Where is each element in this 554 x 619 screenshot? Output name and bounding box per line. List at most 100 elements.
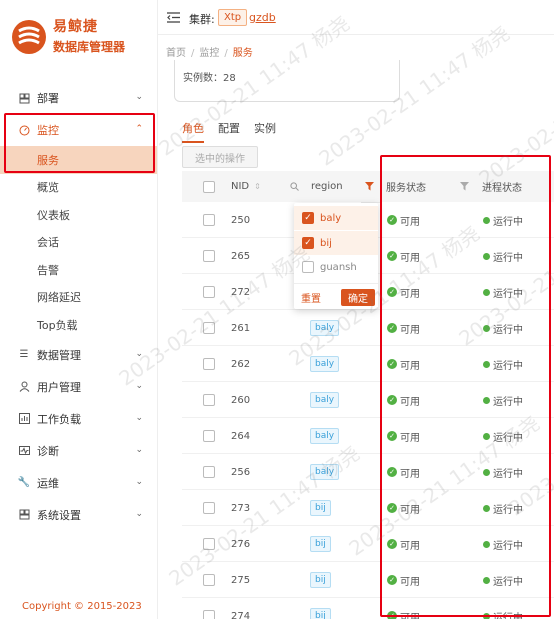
service-status-text: 可用 bbox=[400, 216, 420, 228]
check-circle-icon: ✓ bbox=[387, 575, 397, 585]
process-status-cell: 运行中 bbox=[483, 454, 523, 490]
chevron-down-icon: ⌄ bbox=[135, 476, 143, 487]
tab-config[interactable]: 配置 bbox=[218, 120, 240, 143]
sidebar-item-label: 诊断 bbox=[37, 444, 59, 458]
sidebar-item-diagnose[interactable]: 诊断 ⌄ bbox=[0, 435, 157, 467]
sidebar-subitem-dashboard[interactable]: 仪表板 bbox=[0, 201, 157, 229]
row-checkbox[interactable] bbox=[203, 466, 215, 478]
service-status-text: 可用 bbox=[400, 288, 420, 300]
row-checkbox[interactable] bbox=[203, 430, 215, 442]
row-checkbox[interactable] bbox=[203, 610, 215, 619]
cluster-name-link[interactable]: gzdb bbox=[249, 11, 276, 24]
region-tag: bij bbox=[310, 572, 331, 588]
table-row: 260 baly ✓ 可用 运行中 bbox=[182, 382, 554, 418]
sidebar-subitem-top-load[interactable]: Top负载 bbox=[0, 311, 157, 339]
process-status-text: 运行中 bbox=[493, 612, 523, 619]
logo: 易鲸捷 数据库管理器 bbox=[8, 14, 153, 60]
sidebar-item-label: 部署 bbox=[37, 92, 59, 105]
row-checkbox[interactable] bbox=[203, 250, 215, 262]
row-checkbox[interactable] bbox=[203, 574, 215, 586]
menu-fold-icon[interactable] bbox=[167, 12, 180, 23]
region-cell: baly bbox=[310, 346, 340, 382]
wrench-icon: 🔧 bbox=[17, 477, 31, 488]
status-dot-icon bbox=[483, 612, 490, 619]
row-checkbox[interactable] bbox=[203, 502, 215, 514]
check-circle-icon: ✓ bbox=[387, 395, 397, 405]
sort-icon[interactable]: ⇕ bbox=[254, 182, 261, 191]
process-status-cell: 运行中 bbox=[483, 274, 523, 310]
row-select-cell bbox=[203, 382, 215, 418]
check-circle-icon: ✓ bbox=[387, 215, 397, 225]
sidebar-item-user-management[interactable]: 用户管理 ⌄ bbox=[0, 371, 157, 403]
service-filter-toggle[interactable] bbox=[460, 171, 469, 202]
check-circle-icon: ✓ bbox=[387, 359, 397, 369]
select-all-cell bbox=[203, 171, 215, 202]
service-status-cell: ✓ 可用 bbox=[387, 202, 420, 238]
region-tag: baly bbox=[310, 428, 340, 444]
sidebar-item-data-management[interactable]: ☰ 数据管理 ⌄ bbox=[0, 339, 157, 371]
region-tag: baly bbox=[310, 320, 340, 336]
nid-cell: 260 bbox=[231, 394, 251, 406]
region-cell: bij bbox=[310, 490, 331, 526]
breadcrumb-home[interactable]: 首页 bbox=[166, 48, 186, 59]
process-status-text: 运行中 bbox=[493, 252, 523, 264]
chevron-down-icon: ⌄ bbox=[135, 348, 143, 359]
batch-action-button[interactable]: 选中的操作 bbox=[182, 146, 258, 168]
row-select-cell bbox=[203, 274, 215, 310]
sidebar-subitem-session[interactable]: 会话 bbox=[0, 229, 157, 257]
filter-option-label: bij bbox=[320, 237, 332, 249]
search-icon[interactable] bbox=[290, 182, 299, 191]
service-status-text: 可用 bbox=[400, 612, 420, 619]
nid-cell: 274 bbox=[231, 610, 251, 619]
service-status-text: 可用 bbox=[400, 468, 420, 480]
sidebar-item-workload[interactable]: 工作负载 ⌄ bbox=[0, 403, 157, 435]
row-checkbox[interactable] bbox=[203, 214, 215, 226]
workload-icon bbox=[18, 413, 30, 425]
tab-role[interactable]: 角色 bbox=[182, 120, 204, 143]
row-checkbox[interactable] bbox=[203, 322, 215, 334]
table-row: 264 baly ✓ 可用 运行中 bbox=[182, 418, 554, 454]
sidebar-item-ops[interactable]: 🔧 运维 ⌄ bbox=[0, 467, 157, 499]
sidebar-item-system-settings[interactable]: 系统设置 ⌄ bbox=[0, 499, 157, 531]
check-circle-icon: ✓ bbox=[387, 503, 397, 513]
filter-option-baly[interactable]: ✓ baly bbox=[294, 206, 378, 230]
sidebar-subitem-network-latency[interactable]: 网络延迟 bbox=[0, 284, 157, 312]
service-status-text: 可用 bbox=[400, 396, 420, 408]
sidebar-subitem-overview[interactable]: 概览 bbox=[0, 174, 157, 202]
column-nid[interactable]: NID ⇕ bbox=[231, 171, 261, 202]
filter-option-bij[interactable]: ✓ bij bbox=[294, 231, 378, 255]
status-dot-icon bbox=[483, 432, 490, 440]
sidebar-item-label: 系统设置 bbox=[37, 508, 81, 522]
breadcrumb-current: 服务 bbox=[232, 48, 253, 59]
status-dot-icon bbox=[483, 396, 490, 404]
filter-reset-button[interactable]: 重置 bbox=[301, 290, 321, 305]
nid-cell: 273 bbox=[231, 502, 251, 514]
tab-instance[interactable]: 实例 bbox=[254, 120, 276, 143]
process-status-text: 运行中 bbox=[493, 504, 523, 516]
sidebar-item-deploy[interactable]: 部署 ⌄ bbox=[0, 82, 157, 114]
service-status-cell: ✓ 可用 bbox=[387, 490, 420, 526]
service-status-text: 可用 bbox=[400, 324, 420, 336]
region-tag: baly bbox=[310, 356, 340, 372]
process-status-cell: 运行中 bbox=[483, 346, 523, 382]
region-tag: bij bbox=[310, 500, 331, 516]
region-filter-toggle[interactable] bbox=[365, 171, 374, 202]
region-cell: bij bbox=[310, 526, 331, 562]
nid-cell: 264 bbox=[231, 430, 251, 442]
row-checkbox[interactable] bbox=[203, 394, 215, 406]
breadcrumb-monitor[interactable]: 监控 bbox=[199, 48, 219, 59]
checkbox-checked-icon: ✓ bbox=[302, 237, 314, 249]
service-status-cell: ✓ 可用 bbox=[387, 562, 420, 598]
row-checkbox[interactable] bbox=[203, 286, 215, 298]
row-checkbox[interactable] bbox=[203, 538, 215, 550]
chevron-down-icon: ⌄ bbox=[135, 508, 143, 519]
sidebar-subitem-alert[interactable]: 告警 bbox=[0, 256, 157, 284]
row-checkbox[interactable] bbox=[203, 358, 215, 370]
filter-confirm-button[interactable]: 确定 bbox=[341, 289, 375, 306]
select-all-checkbox[interactable] bbox=[203, 180, 215, 193]
filter-option-guansh[interactable]: guansh bbox=[294, 255, 378, 279]
service-status-cell: ✓ 可用 bbox=[387, 310, 420, 346]
region-cell: baly bbox=[310, 310, 340, 346]
service-status-text: 可用 bbox=[400, 360, 420, 372]
nid-cell: 276 bbox=[231, 538, 251, 550]
